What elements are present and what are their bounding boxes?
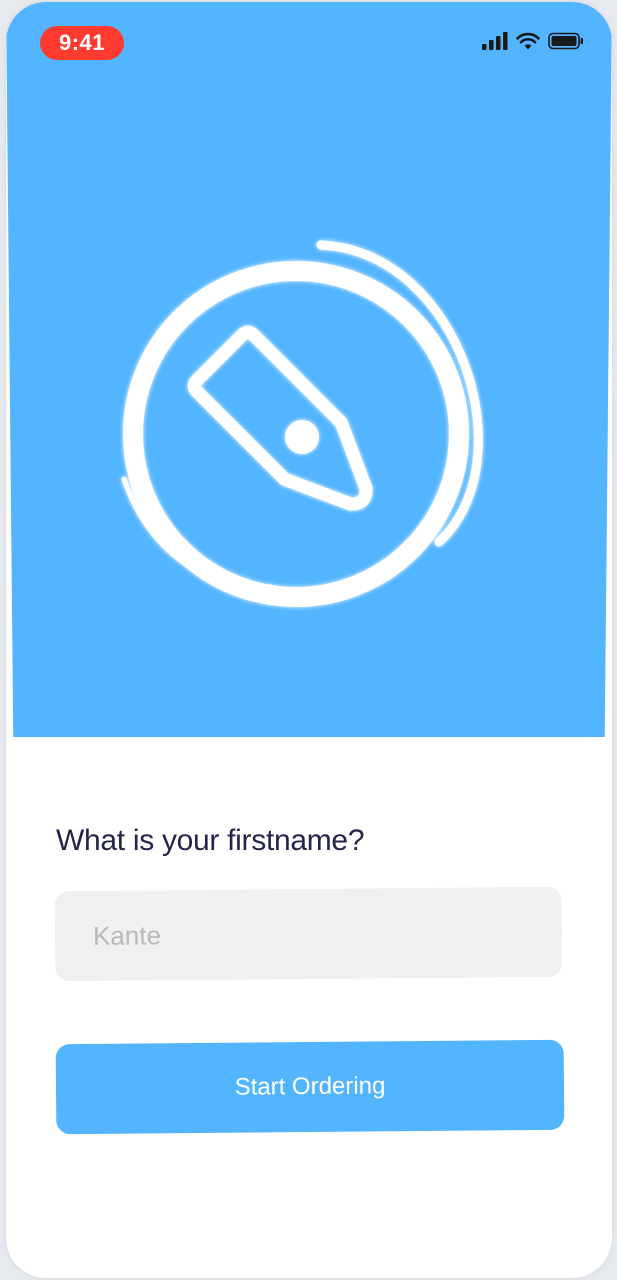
app-logo	[106, 237, 506, 637]
wifi-icon	[516, 32, 540, 50]
status-icons	[482, 30, 584, 52]
status-bar: 9:41	[6, 2, 612, 82]
phone-screen: 9:41 What is your firstname? Kante Start…	[6, 2, 612, 1278]
price-tag-icon	[121, 240, 483, 607]
status-time: 9:41	[40, 26, 124, 60]
cellular-signal-icon	[482, 32, 508, 50]
firstname-input[interactable]	[54, 886, 563, 982]
start-ordering-button[interactable]: Start Ordering	[55, 1039, 565, 1135]
battery-icon	[548, 32, 583, 50]
firstname-question: What is your firstname?	[56, 824, 365, 857]
